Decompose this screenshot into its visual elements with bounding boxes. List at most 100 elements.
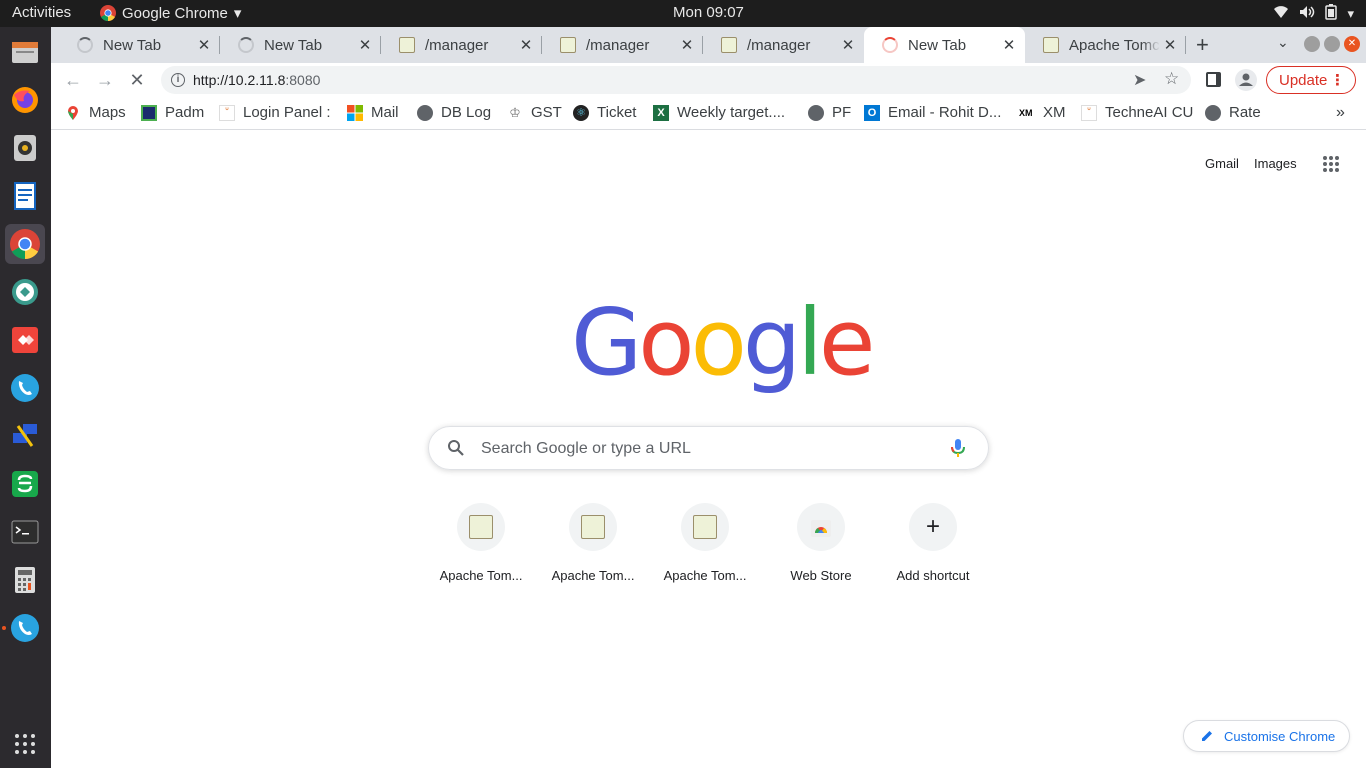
bookmark-db-log[interactable]: DB Log [417, 104, 491, 121]
minimize-button[interactable] [1304, 36, 1320, 52]
tab-new-tab-1[interactable]: New Tab ✕ [59, 27, 220, 63]
new-tab-button[interactable]: + [1196, 32, 1209, 58]
tab-new-tab-active[interactable]: New Tab ✕ [864, 27, 1025, 63]
remmina-icon[interactable] [5, 272, 45, 312]
system-tray[interactable]: ▾ [1273, 4, 1354, 23]
microsoft-icon [347, 104, 363, 121]
anydesk-icon[interactable] [5, 320, 45, 360]
phone-icon[interactable] [2, 608, 45, 648]
tab-apache-tomcat[interactable]: Apache Tomcat ✕ [1025, 27, 1186, 63]
search-box[interactable]: Search Google or type a URL [428, 426, 989, 470]
images-link[interactable]: Images [1254, 156, 1297, 171]
close-icon[interactable]: ✕ [838, 36, 858, 54]
bookmark-label: Mail [371, 104, 399, 121]
omnibox[interactable]: i http://10.2.11.8:8080 ➤ ☆ [161, 66, 1191, 94]
bookmark-mail[interactable]: Mail [347, 104, 399, 121]
shortcut-web-store[interactable]: Web Store [765, 503, 877, 583]
volume-icon [1299, 5, 1315, 22]
microphone-icon[interactable] [951, 438, 965, 463]
url-text[interactable]: http://10.2.11.8:8080 [193, 72, 320, 88]
firefox-icon[interactable] [5, 80, 45, 120]
stop-button[interactable]: ✕ [126, 70, 148, 92]
person-icon [1239, 73, 1253, 86]
tomcat-icon [399, 37, 415, 53]
bookmark-email-rohit[interactable]: O Email - Rohit D... [864, 104, 1001, 121]
tab-manager-3[interactable]: /manager ✕ [703, 27, 864, 63]
search-input[interactable]: Search Google or type a URL [481, 440, 691, 458]
bookmark-ticket[interactable]: ⚛ Ticket [573, 104, 636, 121]
bookmark-techneai[interactable]: ᐡ TechneAI CU [1081, 104, 1193, 121]
bookmark-label: TechneAI CU [1105, 104, 1194, 121]
shortcut-apache-tomcat-1[interactable]: Apache Tom... [425, 503, 537, 583]
window-close-button[interactable]: ✕ [1344, 36, 1360, 52]
forward-button[interactable]: → [94, 70, 116, 92]
close-icon[interactable]: ✕ [194, 36, 214, 54]
bookmark-label: DB Log [441, 104, 492, 121]
spreadsheet-icon[interactable] [5, 464, 45, 504]
bookmark-label: GST [531, 104, 562, 121]
add-shortcut-button[interactable]: + Add shortcut [877, 503, 989, 583]
gmail-link[interactable]: Gmail [1205, 156, 1239, 171]
writer-icon[interactable] [5, 176, 45, 216]
side-panel-icon[interactable] [1206, 72, 1221, 87]
activities-button[interactable]: Activities [12, 4, 71, 21]
bookmarks-bar: Maps Padm ᐡ Login Panel : Mail DB Log ♔ GS… [51, 97, 1366, 130]
chrome-icon[interactable] [5, 224, 45, 264]
info-icon[interactable]: i [171, 73, 185, 87]
system-top-bar: Activities Google Chrome ▾ Mon 09:07 ▾ [0, 0, 1366, 27]
tab-manager-1[interactable]: /manager ✕ [381, 27, 542, 63]
wifi-icon [1273, 5, 1289, 22]
terminal-icon[interactable] [5, 512, 45, 552]
update-button[interactable]: Update ⋮ [1266, 66, 1356, 94]
shortcut-label: Web Store [790, 568, 852, 583]
emblem-icon: ♔ [509, 104, 521, 120]
bookmark-maps[interactable]: Maps [65, 104, 126, 121]
softphone-icon[interactable] [5, 368, 45, 408]
bookmark-padm[interactable]: Padm [141, 104, 204, 121]
back-button[interactable]: ← [62, 70, 84, 92]
bookmark-gst[interactable]: ♔ GST [507, 104, 562, 121]
remote-desktop-icon[interactable] [5, 416, 45, 456]
shortcut-apache-tomcat-2[interactable]: Apache Tom... [537, 503, 649, 583]
bookmark-weekly-target[interactable]: X Weekly target.... [653, 104, 785, 121]
profile-avatar[interactable] [1235, 69, 1257, 91]
shortcut-apache-tomcat-3[interactable]: Apache Tom... [649, 503, 761, 583]
tab-manager-2[interactable]: /manager ✕ [542, 27, 703, 63]
bookmark-rate[interactable]: Rate [1205, 104, 1261, 121]
bookmark-xm[interactable]: XM XM [1019, 104, 1066, 121]
send-icon[interactable]: ➤ [1133, 70, 1146, 90]
clock[interactable]: Mon 09:07 [673, 4, 744, 21]
loading-spinner-icon [77, 37, 93, 53]
app-menu[interactable]: Google Chrome ▾ [100, 4, 241, 22]
bookmark-login-panel[interactable]: ᐡ Login Panel : [219, 104, 331, 121]
customise-chrome-button[interactable]: Customise Chrome [1183, 720, 1350, 752]
files-icon[interactable] [5, 32, 45, 72]
bookmark-pf[interactable]: PF [808, 104, 851, 121]
bookmark-label: Rate [1229, 104, 1261, 121]
close-icon[interactable]: ✕ [355, 36, 375, 54]
webstore-icon [811, 520, 831, 537]
maximize-button[interactable] [1324, 36, 1340, 52]
tab-new-tab-2[interactable]: New Tab ✕ [220, 27, 381, 63]
apps-grid-icon[interactable] [1322, 155, 1340, 178]
kebab-menu-icon: ⋮ [1330, 72, 1345, 89]
padm-icon [141, 104, 157, 121]
google-logo-letter: g [742, 289, 801, 396]
excel-icon: X [653, 104, 669, 121]
url-port: :8080 [285, 72, 321, 88]
rhythmbox-icon[interactable] [5, 128, 45, 168]
close-icon[interactable]: ✕ [516, 36, 536, 54]
app-name: Google Chrome [122, 4, 228, 22]
tab-search-button[interactable]: ⌄ [1277, 34, 1289, 51]
show-apps-icon[interactable] [5, 724, 45, 764]
close-icon[interactable]: ✕ [1160, 36, 1180, 54]
bookmarks-overflow-icon[interactable]: » [1336, 104, 1345, 122]
bookmark-label: PF [832, 104, 852, 121]
bookmark-label: Login Panel : [243, 104, 331, 121]
close-icon[interactable]: ✕ [999, 36, 1019, 54]
shortcut-label: Apache Tom... [551, 568, 635, 583]
close-icon[interactable]: ✕ [677, 36, 697, 54]
bookmark-star-icon[interactable]: ☆ [1164, 69, 1179, 89]
calculator-icon[interactable] [5, 560, 45, 600]
xm-icon: XM [1019, 107, 1033, 118]
